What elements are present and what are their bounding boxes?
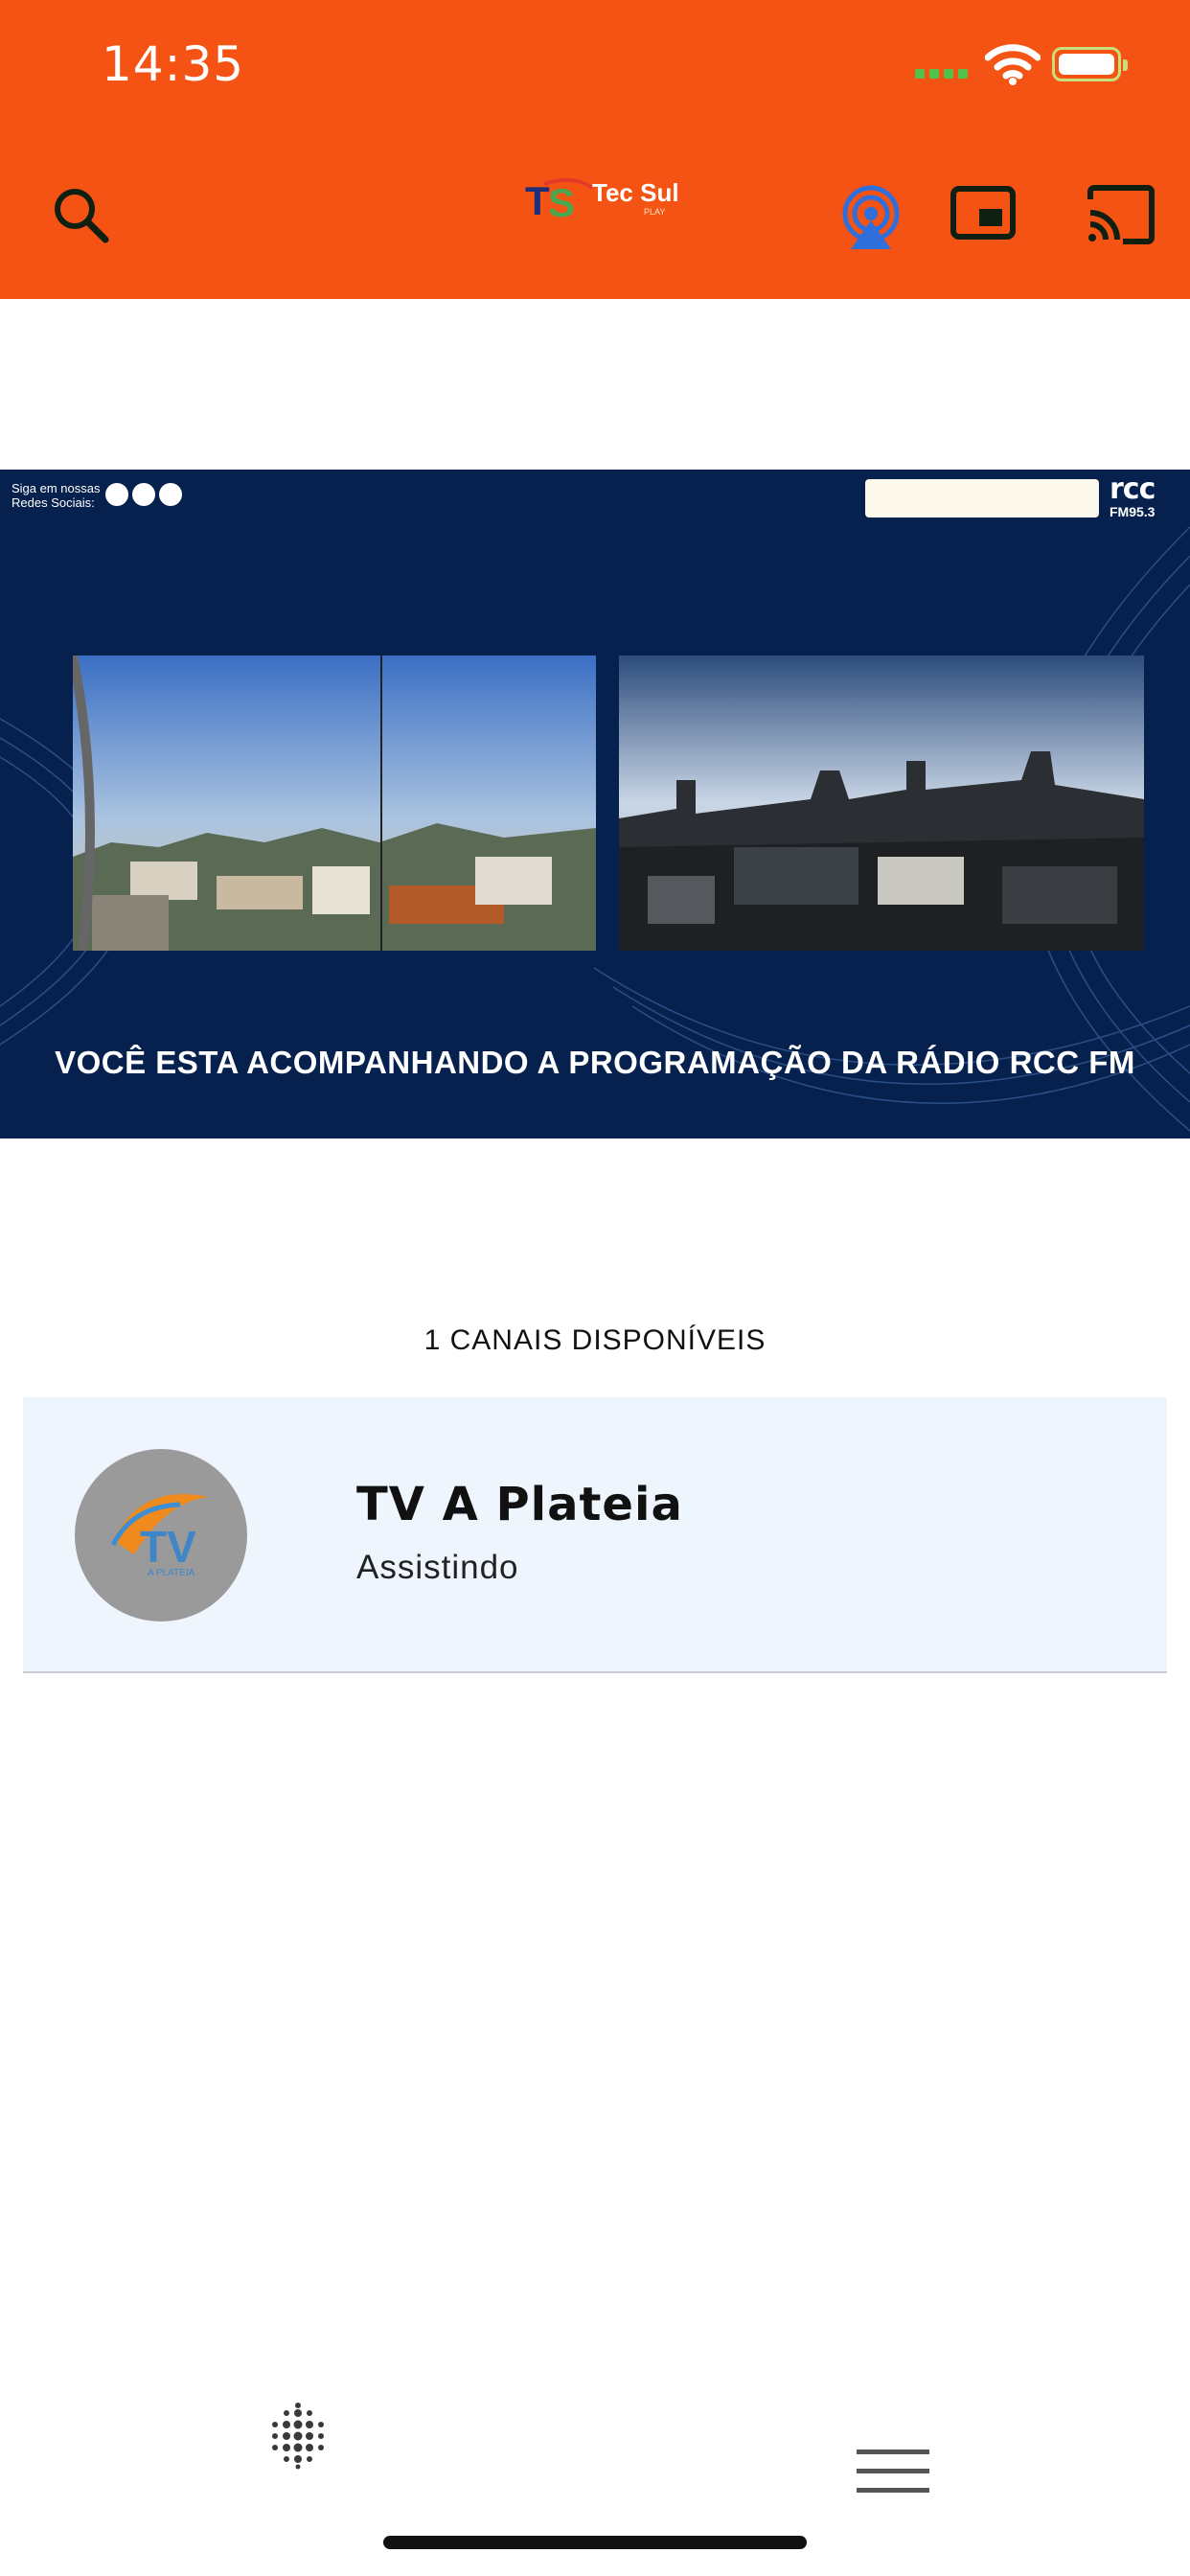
channel-status: Assistindo xyxy=(356,1549,519,1586)
channel-logo-avatar: TV A PLATEIA xyxy=(75,1449,247,1622)
search-icon[interactable] xyxy=(50,184,111,245)
dots-grid-icon[interactable] xyxy=(263,2400,333,2471)
follow-line-1: Siga em nossas xyxy=(11,481,101,495)
station-search-box xyxy=(865,479,1099,518)
picture-in-picture-icon[interactable] xyxy=(950,186,1016,240)
video-caption: VOCÊ ESTA ACOMPANHANDO A PROGRAMAÇÃO DA … xyxy=(55,1045,1135,1080)
rcc-logo: rcc xyxy=(1110,472,1156,506)
cast-icon[interactable] xyxy=(1085,184,1156,245)
logo-text: Tec Sul xyxy=(592,178,679,207)
follow-line-2: Redes Sociais: xyxy=(11,495,95,510)
status-time: 14:35 xyxy=(102,36,245,92)
avatar-tv-text: TV xyxy=(140,1522,196,1572)
menu-icon[interactable] xyxy=(857,2450,929,2496)
channels-count: 1 CANAIS DISPONÍVEIS xyxy=(423,1324,767,1356)
app-header: 14:35 T S Tec Sul PLAY xyxy=(0,0,1190,299)
facebook-icon[interactable] xyxy=(105,483,128,506)
home-indicator[interactable] xyxy=(383,2536,807,2549)
camera-feed-right xyxy=(619,656,1144,951)
channel-list-item[interactable]: TV A PLATEIA TV A Plateia Assistindo xyxy=(23,1397,1167,1673)
svg-text:S: S xyxy=(548,180,575,225)
channel-name: TV A Plateia xyxy=(356,1478,683,1531)
cellular-signal-icon xyxy=(915,69,969,79)
logo-subtext: PLAY xyxy=(644,207,666,217)
wifi-icon xyxy=(985,44,1041,85)
rcc-frequency: FM95.3 xyxy=(1110,504,1156,519)
social-icons xyxy=(105,483,182,506)
avatar-plateia-text: A PLATEIA xyxy=(148,1568,195,1578)
airplay-icon[interactable] xyxy=(837,184,904,251)
video-player[interactable]: Siga em nossas Redes Sociais: rcc FM95.3 xyxy=(0,470,1190,1138)
follow-social-text: Siga em nossas Redes Sociais: xyxy=(11,481,101,510)
camera-feed-left xyxy=(73,656,596,951)
spotify-icon[interactable] xyxy=(159,483,182,506)
tv-a-plateia-logo-icon: TV A PLATEIA xyxy=(110,1494,209,1578)
battery-icon xyxy=(1052,47,1128,81)
instagram-icon[interactable] xyxy=(132,483,155,506)
